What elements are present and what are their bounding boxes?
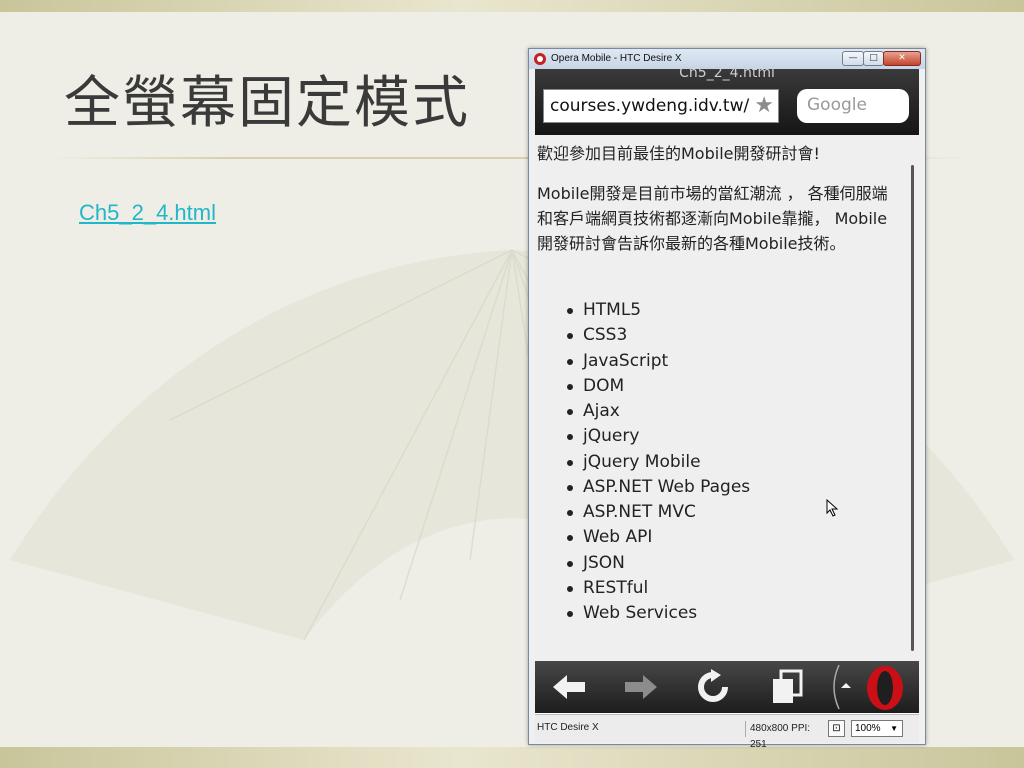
emulator-status-bar: HTC Desire X 480x800 PPI: 251 ⊡ 100% ▼ [535, 714, 919, 750]
maximize-icon: □ [869, 53, 878, 63]
tabs-button[interactable] [763, 667, 811, 707]
resolution-info: 480x800 PPI: 251 [745, 721, 825, 750]
forward-icon [625, 675, 657, 699]
search-input[interactable] [807, 94, 901, 116]
list-item: Web API [565, 525, 750, 550]
vertical-scrollbar[interactable] [911, 165, 914, 651]
web-page-content: 歡迎參加目前最佳的Mobile開發研討會! Mobile開發是目前市場的當紅潮流… [535, 135, 919, 661]
minimize-icon: — [848, 53, 858, 63]
opera-app-icon [534, 53, 546, 65]
forward-button[interactable] [615, 667, 663, 707]
list-item: JavaScript [565, 349, 750, 374]
window-title: Opera Mobile - HTC Desire X [551, 53, 682, 64]
address-field[interactable]: courses.ywdeng.idv.tw/ ★ [543, 89, 779, 123]
chevron-down-icon: ▼ [890, 724, 898, 733]
list-item: HTML5 [565, 298, 750, 323]
list-item: JSON [565, 551, 750, 576]
list-item: ASP.NET Web Pages [565, 475, 750, 500]
mouse-cursor-icon [826, 499, 839, 517]
browser-url-bar: Ch5_2_4.html courses.ywdeng.idv.tw/ ★ [535, 65, 919, 135]
device-name: HTC Desire X [537, 722, 599, 733]
html-file-link[interactable]: Ch5_2_4.html [79, 200, 216, 226]
list-item: RESTful [565, 576, 750, 601]
intro-paragraph: Mobile開發是目前市場的當紅潮流 ， 各種伺服端和客戶端網頁技術都逐漸向Mo… [537, 184, 888, 253]
list-item: Web Services [565, 601, 750, 626]
reload-button[interactable] [689, 667, 737, 707]
zoom-select[interactable]: 100% ▼ [851, 720, 903, 737]
maximize-button[interactable]: □ [863, 51, 884, 66]
opera-logo-icon [833, 664, 903, 710]
back-button[interactable] [547, 667, 595, 707]
technology-list: HTML5 CSS3 JavaScript DOM Ajax jQuery jQ… [565, 298, 750, 626]
bookmark-star-icon[interactable]: ★ [754, 93, 774, 119]
reload-icon [698, 669, 728, 702]
bottom-decor-band [0, 747, 1024, 768]
list-item: jQuery [565, 424, 750, 449]
list-item: CSS3 [565, 323, 750, 348]
list-item: jQuery Mobile [565, 450, 750, 475]
tabs-icon [773, 669, 803, 703]
slide-title: 全螢幕固定模式 [64, 71, 470, 136]
list-item: DOM [565, 374, 750, 399]
search-field[interactable] [797, 89, 909, 123]
phone-screen: Ch5_2_4.html courses.ywdeng.idv.tw/ ★ 歡迎… [535, 65, 919, 750]
minimize-button[interactable]: — [842, 51, 864, 66]
address-text: courses.ywdeng.idv.tw/ [550, 96, 750, 116]
close-icon: ✕ [898, 53, 906, 63]
close-button[interactable]: ✕ [883, 51, 921, 66]
rotate-icon[interactable]: ⊡ [828, 720, 845, 737]
resolution-value: 480x800 [750, 723, 789, 734]
page-title: Ch5_2_4.html [679, 65, 775, 81]
welcome-heading: 歡迎參加目前最佳的Mobile開發研討會! [537, 144, 820, 163]
emulator-window: Opera Mobile - HTC Desire X — □ ✕ Ch5_2_… [528, 48, 926, 750]
zoom-value: 100% [855, 723, 881, 734]
opera-menu-button[interactable] [827, 661, 919, 713]
back-icon [553, 675, 585, 699]
list-item: ASP.NET MVC [565, 500, 750, 525]
list-item: Ajax [565, 399, 750, 424]
browser-toolbar [535, 661, 919, 713]
